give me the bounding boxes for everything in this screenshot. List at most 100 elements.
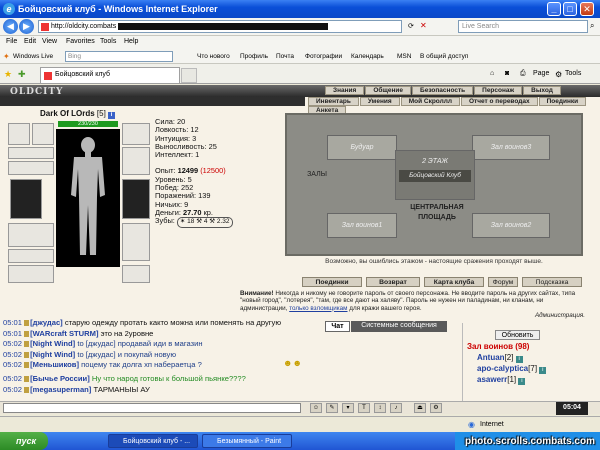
search-icon[interactable]: ⌕ xyxy=(590,21,594,31)
pants-slot[interactable] xyxy=(8,265,54,283)
rings-slot[interactable] xyxy=(122,147,150,175)
link-calendar[interactable]: Календарь xyxy=(351,53,384,60)
taskbar-item-paint[interactable]: Безымянный - Paint xyxy=(202,434,292,448)
warning-link[interactable]: только взломщикам xyxy=(289,305,347,312)
redacted-url-part xyxy=(118,22,329,30)
clear-tool-icon[interactable]: ✎ xyxy=(326,403,338,413)
shield-slot[interactable] xyxy=(122,223,150,261)
menu-my-scroll[interactable]: Мой Скроллл xyxy=(400,97,460,106)
menu-security[interactable]: Безопасность xyxy=(412,86,474,95)
link-profile[interactable]: Профиль xyxy=(240,53,268,60)
forward-icon[interactable]: ▶ xyxy=(19,19,34,34)
oldcity-logo: OLDCITY xyxy=(10,87,64,97)
start-button[interactable]: пуск xyxy=(0,432,48,450)
security-warning: Внимание! Никогда и никому не говорите п… xyxy=(240,290,585,319)
bing-search-input[interactable]: Bing xyxy=(65,51,173,62)
link-share[interactable]: В общий доступ xyxy=(420,53,468,60)
menu-communication[interactable]: Общение xyxy=(365,86,412,95)
home-icon[interactable]: ⌂ xyxy=(490,70,494,77)
room-boudoir[interactable]: Будуар xyxy=(327,135,397,160)
belt-slot[interactable] xyxy=(8,249,54,263)
menu-skills[interactable]: Умения xyxy=(359,97,400,106)
earring-slot[interactable] xyxy=(32,123,54,145)
menu-help[interactable]: Help xyxy=(124,38,138,45)
gloves-slot[interactable] xyxy=(122,123,150,145)
room-floor-2[interactable]: 2 ЭТАЖ Бойцовский Клуб xyxy=(395,150,475,200)
link-mail[interactable]: Почта xyxy=(276,53,294,60)
taskbar-item-ie[interactable]: Бойцовский клуб - ... xyxy=(108,434,198,448)
smiles-tool-icon[interactable]: ☺ xyxy=(310,403,322,413)
helmet-slot[interactable] xyxy=(8,123,30,145)
menu-tools[interactable]: Tools xyxy=(100,38,116,45)
floor-2-label: 2 ЭТАЖ xyxy=(422,158,448,165)
tools-gear-icon[interactable]: ⚙ xyxy=(555,70,562,79)
character-name-text: Dark Of LOrds xyxy=(40,109,95,118)
print-icon[interactable]: ⎙ xyxy=(520,70,526,78)
left-weapon-slot[interactable] xyxy=(10,179,42,219)
room-warriors-1[interactable]: Зал воинов1 xyxy=(327,213,397,238)
url-text: http://oldcity.combats xyxy=(51,23,117,30)
return-button[interactable]: Возврат xyxy=(366,277,420,287)
add-favorite-icon[interactable]: ✚ xyxy=(18,69,26,80)
translit-tool-icon[interactable]: T xyxy=(358,403,370,413)
menu-view[interactable]: View xyxy=(42,38,57,45)
chat-line: 05:01 [джудас] старую одежду протать как… xyxy=(3,318,282,327)
tools-menu[interactable]: Tools xyxy=(565,70,581,77)
info-badge-icon[interactable]: i xyxy=(108,112,116,119)
close-button[interactable]: ✕ xyxy=(580,2,594,16)
link-photos[interactable]: Фотографии xyxy=(305,53,342,60)
club-map-button[interactable]: Карта клуба xyxy=(424,277,484,287)
hint-button[interactable]: Подсказка xyxy=(522,277,582,287)
new-tab-button[interactable] xyxy=(181,68,197,83)
user-row[interactable]: Antuan[2] i xyxy=(477,353,523,363)
room-warriors-3[interactable]: Зал воинов3 xyxy=(472,135,550,160)
menu-knowledge[interactable]: Знания xyxy=(325,86,365,95)
refresh-button[interactable]: Обновить xyxy=(495,330,540,340)
user-row[interactable]: asawerr[1] i xyxy=(477,375,526,385)
right-weapon-slot[interactable] xyxy=(122,179,150,219)
maximize-button[interactable]: □ xyxy=(563,2,577,16)
scroll-tool-icon[interactable]: ↕ xyxy=(374,403,386,413)
menu-favorites[interactable]: Favorites xyxy=(66,38,95,45)
menu-transfer-report[interactable]: Отчет о переводах xyxy=(461,97,538,106)
menu-character[interactable]: Персонаж xyxy=(474,86,523,95)
central-square-label[interactable]: ЦЕНТРАЛЬНАЯ ПЛОЩАДЬ xyxy=(397,203,477,225)
chat-line: 05:01 [WARcraft STURM] это на 2уровне xyxy=(3,328,154,338)
exit-tool-icon[interactable]: ⏏ xyxy=(414,403,426,413)
amulet-slot[interactable] xyxy=(8,147,54,159)
windows-live-link[interactable]: Windows Live xyxy=(13,53,53,60)
boots-slot[interactable] xyxy=(122,265,150,283)
stop-icon[interactable]: ✕ xyxy=(420,21,427,30)
character-name[interactable]: Dark Of LOrds [5] i xyxy=(40,109,116,119)
settings-tool-icon[interactable]: ⚙ xyxy=(430,403,442,413)
chat-input[interactable] xyxy=(3,403,301,413)
sound-tool-icon[interactable]: ♪ xyxy=(390,403,402,413)
bracers-slot[interactable] xyxy=(8,161,54,175)
menu-fights[interactable]: Поединки xyxy=(538,97,587,106)
address-bar[interactable]: http://oldcity.combats xyxy=(38,20,402,33)
minimize-button[interactable]: _ xyxy=(547,2,561,16)
live-search-input[interactable]: Live Search xyxy=(458,20,588,33)
character-avatar[interactable] xyxy=(56,129,120,267)
favicon-icon xyxy=(41,23,49,31)
menu-inventory[interactable]: Инвентарь xyxy=(308,97,359,106)
link-msn[interactable]: MSN xyxy=(397,53,411,60)
room-warriors-2[interactable]: Зал воинов2 xyxy=(472,213,550,238)
refresh-icon[interactable]: ⟳ xyxy=(408,22,414,30)
warning-text-end: для кражи вашего героя. xyxy=(349,304,422,312)
feeds-icon[interactable]: ◙ xyxy=(505,70,509,77)
menu-edit[interactable]: Edit xyxy=(24,38,36,45)
user-row[interactable]: apo-calyptica[7] i xyxy=(477,364,547,374)
forum-button[interactable]: Форум xyxy=(488,277,518,287)
filter-tool-icon[interactable]: ▾ xyxy=(342,403,354,413)
back-icon[interactable]: ◀ xyxy=(3,19,18,34)
fights-button[interactable]: Поединки xyxy=(302,277,362,287)
halls-label: ЗАЛЫ xyxy=(307,171,327,178)
page-menu[interactable]: Page xyxy=(533,70,549,77)
favorites-star-icon[interactable]: ★ xyxy=(4,69,12,80)
menu-file[interactable]: File xyxy=(6,38,17,45)
menu-exit[interactable]: Выход xyxy=(523,86,561,95)
tab-combats[interactable]: Бойцовский клуб xyxy=(40,67,180,83)
armor-slot[interactable] xyxy=(8,223,54,247)
link-whats-new[interactable]: Что нового xyxy=(197,53,230,60)
